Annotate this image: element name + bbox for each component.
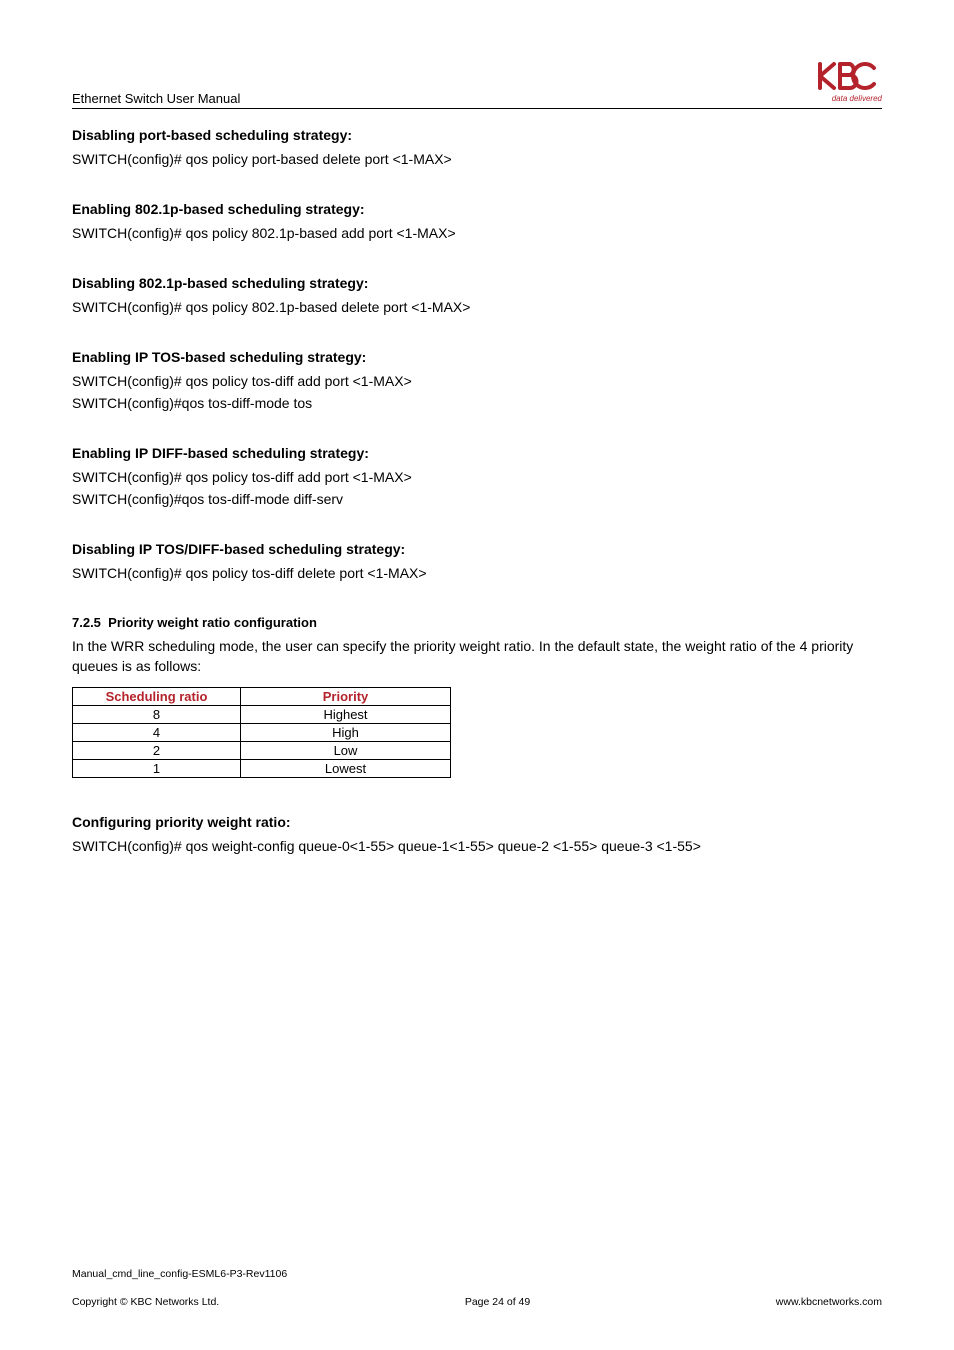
command-line: SWITCH(config)#qos tos-diff-mode tos: [72, 395, 882, 411]
section-disable-tosdiff: Disabling IP TOS/DIFF-based scheduling s…: [72, 541, 882, 581]
heading: Disabling IP TOS/DIFF-based scheduling s…: [72, 541, 882, 557]
page-header: Ethernet Switch User Manual data deliver…: [72, 58, 882, 109]
section-priority-weight: 7.2.5 Priority weight ratio configuratio…: [72, 615, 882, 778]
table-header-cell: Scheduling ratio: [73, 687, 241, 705]
heading: Enabling IP TOS-based scheduling strateg…: [72, 349, 882, 365]
kbc-logo-icon: [816, 58, 882, 92]
section-config-weight: Configuring priority weight ratio: SWITC…: [72, 814, 882, 854]
table-cell: Low: [241, 741, 451, 759]
kbc-logo: data delivered: [816, 58, 882, 106]
table-header-cell: Priority: [241, 687, 451, 705]
table-cell: 2: [73, 741, 241, 759]
command-line: SWITCH(config)# qos weight-config queue-…: [72, 838, 882, 854]
command-line: SWITCH(config)# qos policy 802.1p-based …: [72, 225, 882, 241]
command-line: SWITCH(config)# qos policy tos-diff add …: [72, 373, 882, 389]
table-row: 1 Lowest: [73, 759, 451, 777]
table-cell: 1: [73, 759, 241, 777]
command-line: SWITCH(config)# qos policy 802.1p-based …: [72, 299, 882, 315]
subsection-title: Priority weight ratio configuration: [108, 615, 317, 630]
heading: Disabling port-based scheduling strategy…: [72, 127, 882, 143]
table-cell: Lowest: [241, 759, 451, 777]
section-enable-8021p: Enabling 802.1p-based scheduling strateg…: [72, 201, 882, 241]
subsection-number: 7.2.5: [72, 615, 101, 630]
table-row: 4 High: [73, 723, 451, 741]
table-cell: 8: [73, 705, 241, 723]
page-footer: Manual_cmd_line_config-ESML6-P3-Rev1106 …: [72, 1268, 882, 1308]
table-cell: 4: [73, 723, 241, 741]
scheduling-ratio-table: Scheduling ratio Priority 8 Highest 4 Hi…: [72, 687, 451, 778]
footer-doc-id: Manual_cmd_line_config-ESML6-P3-Rev1106: [72, 1268, 882, 1280]
section-disable-port: Disabling port-based scheduling strategy…: [72, 127, 882, 167]
command-line: SWITCH(config)#qos tos-diff-mode diff-se…: [72, 491, 882, 507]
subsection-heading: 7.2.5 Priority weight ratio configuratio…: [72, 615, 882, 630]
section-enable-diff: Enabling IP DIFF-based scheduling strate…: [72, 445, 882, 507]
heading: Disabling 802.1p-based scheduling strate…: [72, 275, 882, 291]
command-line: SWITCH(config)# qos policy tos-diff add …: [72, 469, 882, 485]
table-row: 8 Highest: [73, 705, 451, 723]
command-line: SWITCH(config)# qos policy tos-diff dele…: [72, 565, 882, 581]
logo-tagline: data delivered: [816, 94, 882, 103]
section-enable-tos: Enabling IP TOS-based scheduling strateg…: [72, 349, 882, 411]
command-line: SWITCH(config)# qos policy port-based de…: [72, 151, 882, 167]
footer-url: www.kbcnetworks.com: [776, 1296, 882, 1308]
footer-page: Page 24 of 49: [465, 1296, 530, 1308]
heading: Configuring priority weight ratio:: [72, 814, 882, 830]
manual-title: Ethernet Switch User Manual: [72, 91, 240, 106]
table-row: 2 Low: [73, 741, 451, 759]
table-cell: High: [241, 723, 451, 741]
paragraph: In the WRR scheduling mode, the user can…: [72, 636, 882, 677]
heading: Enabling IP DIFF-based scheduling strate…: [72, 445, 882, 461]
heading: Enabling 802.1p-based scheduling strateg…: [72, 201, 882, 217]
section-disable-8021p: Disabling 802.1p-based scheduling strate…: [72, 275, 882, 315]
table-cell: Highest: [241, 705, 451, 723]
table-header-row: Scheduling ratio Priority: [73, 687, 451, 705]
footer-row: Copyright © KBC Networks Ltd. Page 24 of…: [72, 1296, 882, 1308]
footer-copyright: Copyright © KBC Networks Ltd.: [72, 1296, 219, 1308]
